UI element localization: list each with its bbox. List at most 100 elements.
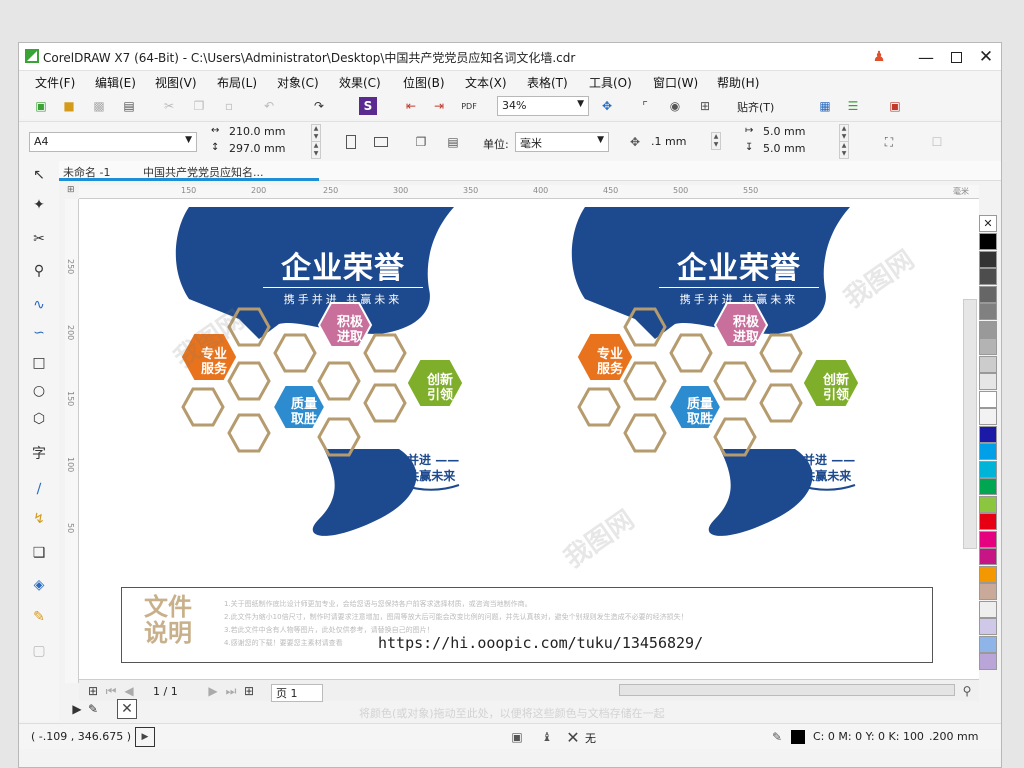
maximize-button[interactable]: [944, 45, 968, 69]
prev-page-icon[interactable]: ◀: [119, 681, 139, 701]
color-swatch[interactable]: [979, 530, 997, 548]
color-swatch[interactable]: [979, 495, 997, 513]
color-swatch[interactable]: [979, 425, 997, 443]
duplicate-x-input[interactable]: 5.0 mm: [759, 124, 835, 141]
interactive-fill-icon[interactable]: ▢: [27, 639, 51, 663]
undo-icon[interactable]: ↶: [259, 96, 279, 116]
application-launcher-icon[interactable]: ☰: [843, 96, 863, 116]
color-swatch[interactable]: [979, 233, 997, 250]
color-swatch[interactable]: [979, 373, 997, 390]
page-border-icon[interactable]: ⛶: [879, 132, 899, 152]
landscape-icon[interactable]: [371, 132, 391, 152]
text-tool-icon[interactable]: 字: [27, 441, 51, 465]
first-page-icon[interactable]: ⏮: [101, 681, 121, 701]
user-icon[interactable]: ♟: [869, 47, 889, 67]
add-page-before-icon[interactable]: ⊞: [83, 681, 103, 701]
options-small-icon[interactable]: ☐: [927, 132, 947, 152]
color-proof-icon[interactable]: ▣: [507, 727, 527, 747]
nudge-distance-input[interactable]: .1 mm: [647, 133, 707, 153]
color-swatch[interactable]: [979, 635, 997, 653]
cut-icon[interactable]: ✂: [159, 96, 179, 116]
open-icon[interactable]: ■: [59, 96, 79, 116]
outline-color-swatch[interactable]: [791, 730, 805, 744]
menu-text[interactable]: 文本(X): [465, 74, 507, 91]
drawing-canvas[interactable]: 企业荣誉 携手并进 共赢未来 专业 服务 积极 进取 质量 取胜 创新 引领 携…: [79, 199, 979, 683]
color-swatch[interactable]: [979, 338, 997, 355]
status-play-icon[interactable]: ▶: [135, 727, 155, 747]
export-icon[interactable]: ⇥: [429, 96, 449, 116]
close-button[interactable]: ✕: [974, 45, 998, 69]
vertical-scrollbar[interactable]: [963, 299, 977, 549]
minimize-button[interactable]: —: [914, 45, 938, 69]
page-width-input[interactable]: 210.0 mm: [225, 124, 311, 141]
shape-tool-icon[interactable]: ✦: [27, 193, 51, 217]
color-swatch[interactable]: [979, 478, 997, 495]
color-swatch[interactable]: [979, 513, 997, 530]
portrait-icon[interactable]: [341, 132, 361, 152]
color-swatch[interactable]: [979, 583, 997, 600]
color-swatch[interactable]: [979, 303, 997, 320]
horizontal-scrollbar[interactable]: [619, 684, 955, 696]
parallel-dimension-icon[interactable]: ∕: [27, 477, 51, 501]
menu-tools[interactable]: 工具(O): [589, 74, 632, 91]
guidelines-icon[interactable]: ⊞: [695, 96, 715, 116]
color-swatch[interactable]: [979, 618, 997, 635]
full-screen-icon[interactable]: ✥: [597, 96, 617, 116]
drop-shadow-icon[interactable]: ❑: [27, 541, 51, 565]
all-pages-icon[interactable]: ❐: [411, 132, 431, 152]
color-swatch[interactable]: [979, 548, 997, 565]
height-spinner[interactable]: ▲ ▼: [311, 141, 321, 159]
menu-edit[interactable]: 编辑(E): [95, 74, 136, 91]
outline-pen-icon[interactable]: ✎: [767, 727, 787, 747]
color-swatch[interactable]: [979, 460, 997, 478]
eyedropper-tool-icon[interactable]: ✎: [27, 605, 51, 629]
new-document-icon[interactable]: ▣: [31, 96, 51, 116]
color-swatch[interactable]: [979, 285, 997, 303]
palette-eyedropper-icon[interactable]: ✎: [83, 699, 103, 719]
file-notes-box[interactable]: 文件 说明 1.关于图纸制作底比设计师更加专业，会给您语与您保持各户前客求选择材…: [121, 587, 933, 663]
connector-tool-icon[interactable]: ↯: [27, 507, 51, 531]
artistic-media-icon[interactable]: ∽: [27, 321, 51, 345]
menu-file[interactable]: 文件(F): [35, 74, 75, 91]
no-fill-icon[interactable]: ✕: [563, 727, 583, 747]
palette-none-swatch[interactable]: ✕: [117, 699, 137, 719]
last-page-icon[interactable]: ⏭: [221, 681, 241, 701]
color-swatch[interactable]: [979, 600, 997, 618]
search-content-icon[interactable]: S: [359, 97, 377, 115]
options-icon[interactable]: ▦: [815, 96, 835, 116]
rectangle-tool-icon[interactable]: □: [27, 351, 51, 375]
transparency-tool-icon[interactable]: ◈: [27, 573, 51, 597]
freehand-tool-icon[interactable]: ∿: [27, 293, 51, 317]
fill-bucket-icon[interactable]: ♝: [537, 727, 557, 747]
color-swatch[interactable]: [979, 390, 997, 408]
color-swatch[interactable]: [979, 443, 997, 460]
view-icon[interactable]: ◉: [665, 96, 685, 116]
color-swatch[interactable]: [979, 565, 997, 583]
page-size-select[interactable]: A4 ▼: [29, 132, 197, 152]
page-height-input[interactable]: 297.0 mm: [225, 141, 311, 158]
current-page-icon[interactable]: ▤: [443, 132, 463, 152]
menu-view[interactable]: 视图(V): [155, 74, 197, 91]
zoom-navigator-icon[interactable]: ⚲: [957, 681, 977, 701]
menu-layout[interactable]: 布局(L): [217, 74, 257, 91]
redo-icon[interactable]: ↷: [309, 96, 329, 116]
color-swatch[interactable]: [979, 408, 997, 425]
color-swatch[interactable]: [979, 355, 997, 373]
next-page-icon[interactable]: ▶: [203, 681, 223, 701]
copy-icon[interactable]: ❐: [189, 96, 209, 116]
menu-object[interactable]: 对象(C): [277, 74, 319, 91]
print-icon[interactable]: ▤: [119, 96, 139, 116]
color-swatch[interactable]: [979, 653, 997, 670]
color-swatch[interactable]: [979, 250, 997, 268]
paste-icon[interactable]: ▫: [219, 96, 239, 116]
rulers-icon[interactable]: ⌜: [635, 96, 655, 116]
menu-help[interactable]: 帮助(H): [717, 74, 759, 91]
duplicate-x-spinner[interactable]: ▲ ▼: [839, 124, 849, 142]
duplicate-y-spinner[interactable]: ▲ ▼: [839, 141, 849, 159]
snap-to-dropdown[interactable]: 贴齐(T): [737, 99, 774, 115]
crop-tool-icon[interactable]: ✂: [27, 227, 51, 251]
pick-tool-icon[interactable]: ↖: [27, 163, 51, 187]
width-spinner[interactable]: ▲ ▼: [311, 124, 321, 142]
import-icon[interactable]: ⇤: [401, 96, 421, 116]
ellipse-tool-icon[interactable]: ○: [27, 379, 51, 403]
